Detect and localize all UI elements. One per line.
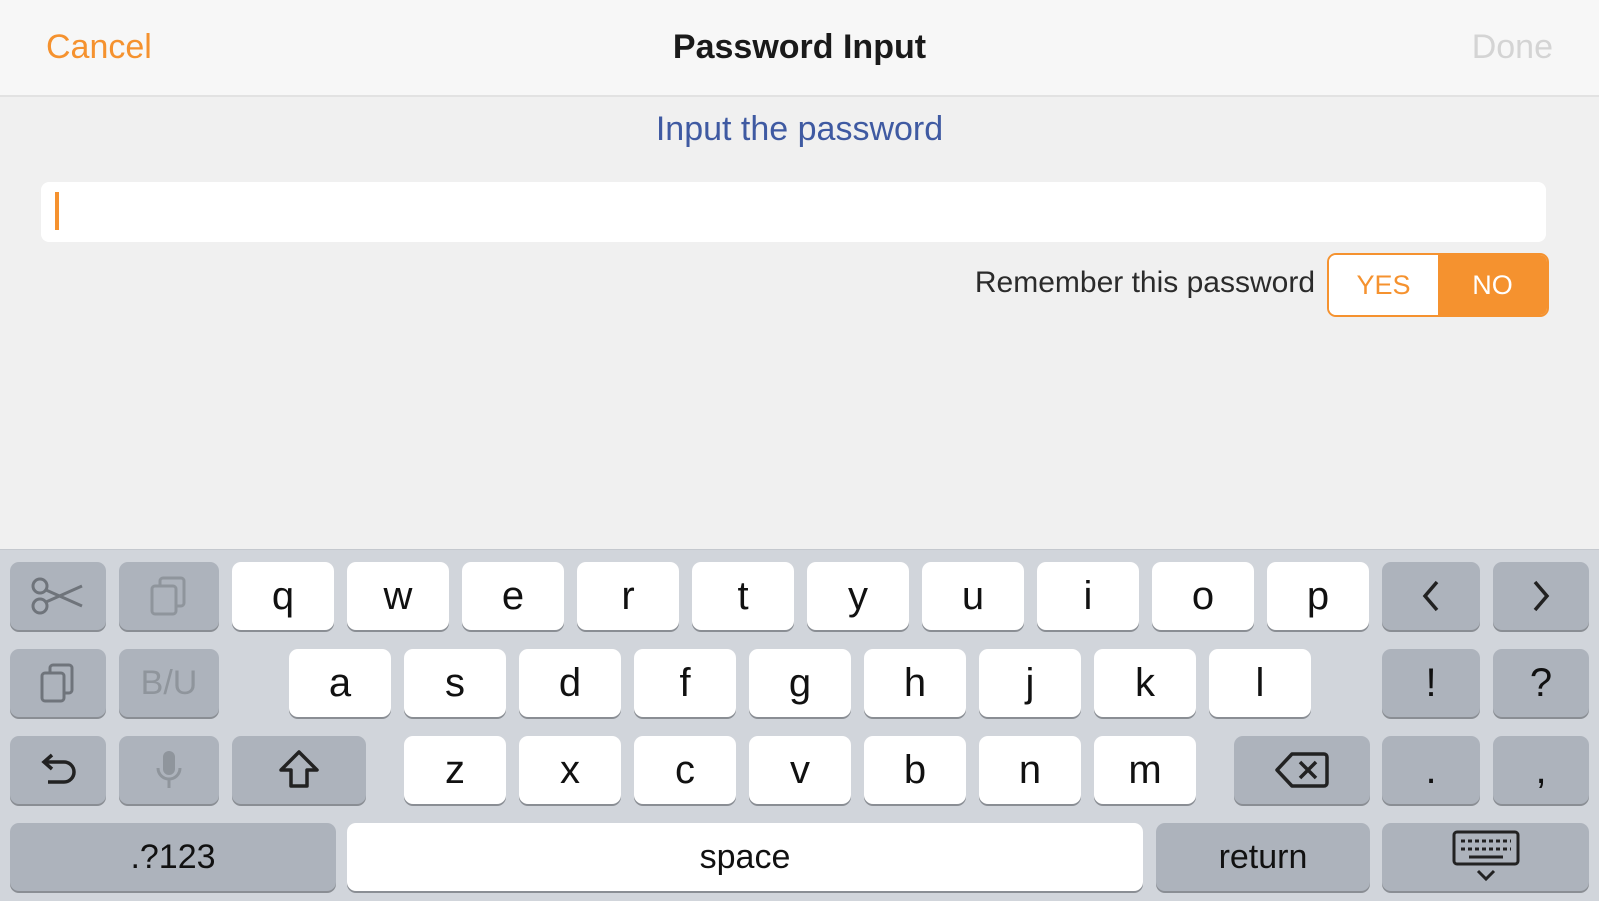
key-h[interactable]: h xyxy=(864,649,966,717)
key-x[interactable]: x xyxy=(519,736,621,804)
key-s[interactable]: s xyxy=(404,649,506,717)
key-f[interactable]: f xyxy=(634,649,736,717)
keyboard-dismiss-icon xyxy=(1452,830,1519,882)
password-input[interactable] xyxy=(41,182,1546,242)
key-y[interactable]: y xyxy=(807,562,909,630)
copy-button[interactable] xyxy=(119,562,219,630)
key-period[interactable]: . xyxy=(1382,736,1480,804)
key-n[interactable]: n xyxy=(979,736,1081,804)
backspace-icon xyxy=(1275,752,1329,788)
page-title: Password Input xyxy=(672,28,927,66)
key-t[interactable]: t xyxy=(692,562,794,630)
key-e[interactable]: e xyxy=(462,562,564,630)
space-bar[interactable]: space xyxy=(347,823,1143,891)
key-l[interactable]: l xyxy=(1209,649,1311,717)
key-c[interactable]: c xyxy=(634,736,736,804)
remember-password-label: Remember this password xyxy=(974,266,1315,299)
key-g[interactable]: g xyxy=(749,649,851,717)
key-r[interactable]: r xyxy=(577,562,679,630)
numbers-mode-button[interactable]: .?123 xyxy=(10,823,336,891)
shift-button[interactable] xyxy=(232,736,366,804)
key-question[interactable]: ? xyxy=(1493,649,1589,717)
cut-button[interactable] xyxy=(10,562,106,630)
remember-yes-option[interactable]: YES xyxy=(1329,255,1438,315)
cursor-left-icon xyxy=(1422,580,1439,612)
key-d[interactable]: d xyxy=(519,649,621,717)
cursor-right-icon xyxy=(1533,580,1550,612)
key-u[interactable]: u xyxy=(922,562,1024,630)
scissors-icon xyxy=(31,577,83,615)
key-o[interactable]: o xyxy=(1152,562,1254,630)
key-q[interactable]: q xyxy=(232,562,334,630)
copy-icon xyxy=(150,576,186,616)
password-prompt: Input the password xyxy=(655,110,944,148)
remember-password-toggle[interactable]: YES NO xyxy=(1327,253,1549,317)
key-m[interactable]: m xyxy=(1094,736,1196,804)
cursor-left-button[interactable] xyxy=(1382,562,1480,630)
dictation-button[interactable] xyxy=(119,736,219,804)
navigation-bar: Cancel Password Input Done xyxy=(0,0,1599,97)
key-exclamation[interactable]: ! xyxy=(1382,649,1480,717)
key-p[interactable]: p xyxy=(1267,562,1369,630)
backspace-button[interactable] xyxy=(1234,736,1370,804)
microphone-icon xyxy=(156,751,182,788)
remember-no-option[interactable]: NO xyxy=(1438,255,1547,315)
paste-button[interactable] xyxy=(10,649,106,717)
key-i[interactable]: i xyxy=(1037,562,1139,630)
onscreen-keyboard: q w e r t y u i o p B/U a s d f g h j k … xyxy=(0,549,1599,901)
key-j[interactable]: j xyxy=(979,649,1081,717)
return-button[interactable]: return xyxy=(1156,823,1370,891)
key-k[interactable]: k xyxy=(1094,649,1196,717)
hide-keyboard-button[interactable] xyxy=(1382,823,1589,891)
undo-icon xyxy=(41,753,76,784)
cursor-right-button[interactable] xyxy=(1493,562,1589,630)
done-button[interactable]: Done xyxy=(1472,28,1553,67)
key-z[interactable]: z xyxy=(404,736,506,804)
text-caret xyxy=(55,192,59,230)
paste-icon xyxy=(40,663,74,703)
undo-button[interactable] xyxy=(10,736,106,804)
key-b[interactable]: b xyxy=(864,736,966,804)
key-a[interactable]: a xyxy=(289,649,391,717)
key-comma[interactable]: , xyxy=(1493,736,1589,804)
biu-label: B/U xyxy=(140,663,198,702)
shift-icon xyxy=(279,750,319,788)
bold-italic-underline-button[interactable]: B/U xyxy=(119,649,219,717)
key-v[interactable]: v xyxy=(749,736,851,804)
key-w[interactable]: w xyxy=(347,562,449,630)
